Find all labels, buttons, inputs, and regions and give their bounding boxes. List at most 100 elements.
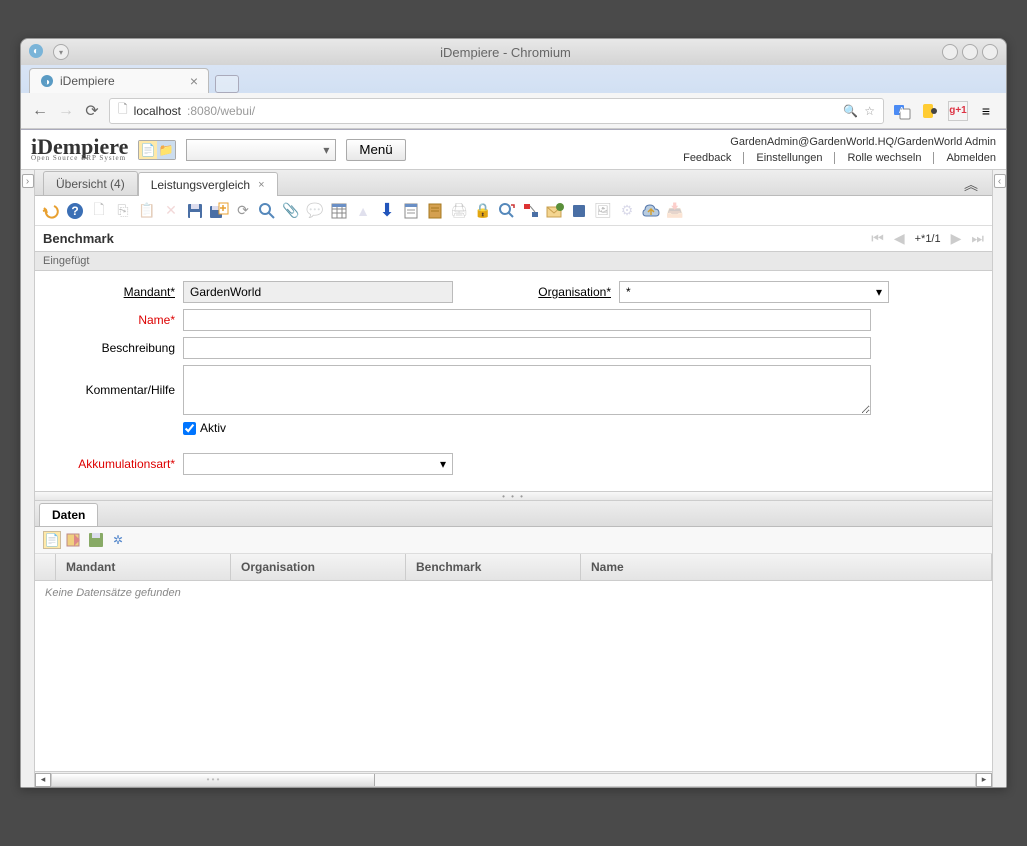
- new-tab-button[interactable]: [215, 75, 239, 93]
- workflow-icon[interactable]: [521, 201, 541, 221]
- splitter-handle[interactable]: • • •: [35, 491, 992, 501]
- image-icon[interactable]: 🖼: [593, 201, 613, 221]
- edit-icon[interactable]: 📋: [137, 201, 157, 221]
- reload-button[interactable]: ⟳: [83, 102, 101, 120]
- minimize-button[interactable]: [942, 44, 958, 60]
- checkbox-aktiv[interactable]: [183, 422, 196, 435]
- window-frame: ◐ ▾ iDempiere - Chromium ◑ iDempiere × ←…: [20, 38, 1007, 788]
- refresh-icon[interactable]: ⟳: [233, 201, 253, 221]
- import-csv-icon[interactable]: 📥: [665, 201, 685, 221]
- open-folder-icon[interactable]: 📁: [157, 141, 175, 159]
- collapse-up-icon[interactable]: ︽: [958, 175, 984, 195]
- app-logo: iDempiere Open Source ERP System: [31, 138, 128, 161]
- titlebar: ◐ ▾ iDempiere - Chromium: [21, 39, 1006, 65]
- data-tab[interactable]: Daten: [39, 503, 98, 526]
- close-button[interactable]: [982, 44, 998, 60]
- col-organisation[interactable]: Organisation: [231, 554, 406, 580]
- col-mandant[interactable]: Mandant: [56, 554, 231, 580]
- browser-tab-title: iDempiere: [60, 74, 115, 88]
- url-bar[interactable]: 🗋 localhost:8080/webui/ 🔍 ☆: [109, 98, 884, 124]
- menu-down-icon[interactable]: ▾: [53, 44, 69, 60]
- right-panel-toggle[interactable]: ‹: [992, 170, 1006, 787]
- svg-text:A: A: [899, 106, 905, 115]
- chrome-menu-icon[interactable]: ≡: [976, 101, 996, 121]
- favicon-icon: ◑: [40, 74, 54, 88]
- browser-tab[interactable]: ◑ iDempiere ×: [29, 68, 209, 93]
- save-new-icon[interactable]: [209, 201, 229, 221]
- back-button[interactable]: ←: [31, 102, 49, 120]
- print-icon[interactable]: 🖨: [449, 201, 469, 221]
- detail-down-icon[interactable]: ⬇: [377, 201, 397, 221]
- bookmark-star-icon[interactable]: ☆: [864, 104, 875, 118]
- tab-close-icon[interactable]: ×: [190, 73, 198, 89]
- new-doc-icon[interactable]: 📄: [139, 141, 157, 159]
- lock-icon[interactable]: 🔒: [473, 201, 493, 221]
- link-logout[interactable]: Abmelden: [934, 152, 996, 164]
- product-info-icon[interactable]: [569, 201, 589, 221]
- user-context: GardenAdmin@GardenWorld.HQ/GardenWorld A…: [671, 136, 996, 148]
- save-record-icon[interactable]: [87, 531, 105, 549]
- col-benchmark[interactable]: Benchmark: [406, 554, 581, 580]
- new-record-icon[interactable]: 📄: [43, 531, 61, 549]
- copy-icon[interactable]: ⎘: [113, 201, 133, 221]
- save-icon[interactable]: [185, 201, 205, 221]
- grid-icon[interactable]: [329, 201, 349, 221]
- gplus-icon[interactable]: g+1: [948, 101, 968, 121]
- link-switch-role[interactable]: Rolle wechseln: [835, 152, 934, 164]
- header-search-combo[interactable]: ▾: [186, 139, 336, 161]
- edit-record-icon[interactable]: [65, 531, 83, 549]
- maximize-button[interactable]: [962, 44, 978, 60]
- first-record-icon[interactable]: ⏮: [871, 230, 884, 247]
- svg-text:?: ?: [71, 204, 78, 218]
- tab-close-icon[interactable]: ×: [258, 179, 264, 191]
- forward-button[interactable]: →: [57, 102, 75, 120]
- scroll-left-icon[interactable]: ◂: [35, 773, 51, 787]
- link-feedback[interactable]: Feedback: [671, 152, 744, 164]
- app-header: iDempiere Open Source ERP System 📄 📁 ▾ M…: [21, 130, 1006, 170]
- new-icon[interactable]: 🗋: [89, 201, 109, 221]
- form-title: Benchmark: [43, 231, 114, 246]
- tab-overview[interactable]: Übersicht (4): [43, 171, 138, 195]
- row-selector-col: [35, 554, 56, 580]
- request-icon[interactable]: [545, 201, 565, 221]
- page-icon: 🗋: [118, 100, 128, 121]
- field-kommentar[interactable]: [183, 365, 871, 415]
- table-header: Mandant Organisation Benchmark Name: [35, 554, 992, 581]
- zoom-across-icon[interactable]: [497, 201, 517, 221]
- parent-up-icon[interactable]: ▲: [353, 201, 373, 221]
- header-new-icons[interactable]: 📄 📁: [138, 140, 176, 160]
- field-beschreibung[interactable]: [183, 337, 871, 359]
- undo-icon[interactable]: [41, 201, 61, 221]
- tab-leistungsvergleich[interactable]: Leistungsvergleich×: [138, 172, 278, 196]
- horizontal-scrollbar[interactable]: ◂ • • • ▸: [35, 771, 992, 787]
- translate-icon[interactable]: A: [892, 101, 912, 121]
- archive-icon[interactable]: [425, 201, 445, 221]
- chat-icon[interactable]: 💬: [305, 201, 325, 221]
- window-title: iDempiere - Chromium: [69, 45, 942, 60]
- field-akkumulation[interactable]: ▾: [183, 453, 453, 475]
- form-panel: Mandant* GardenWorld Organisation* *▾ Na…: [35, 271, 992, 491]
- link-settings[interactable]: Einstellungen: [744, 152, 835, 164]
- field-mandant: GardenWorld: [183, 281, 453, 303]
- scroll-right-icon[interactable]: ▸: [976, 773, 992, 787]
- next-record-icon[interactable]: ▶: [951, 230, 962, 247]
- menu-button[interactable]: Menü: [346, 139, 405, 161]
- prev-record-icon[interactable]: ◀: [894, 230, 905, 247]
- customize-gear-icon[interactable]: ✲: [109, 531, 127, 549]
- col-name[interactable]: Name: [581, 554, 992, 580]
- delete-icon[interactable]: ✕: [161, 201, 181, 221]
- label-name: Name*: [45, 309, 175, 327]
- report-icon[interactable]: [401, 201, 421, 221]
- export-icon[interactable]: [641, 201, 661, 221]
- zoom-icon[interactable]: 🔍: [843, 104, 858, 118]
- search-icon[interactable]: [257, 201, 277, 221]
- process-gear-icon[interactable]: ⚙: [617, 201, 637, 221]
- last-record-icon[interactable]: ⏭: [971, 230, 984, 247]
- left-panel-toggle[interactable]: ›: [21, 170, 35, 787]
- field-organisation[interactable]: *▾: [619, 281, 889, 303]
- label-beschreibung: Beschreibung: [45, 337, 175, 355]
- attach-icon[interactable]: 📎: [281, 201, 301, 221]
- field-name[interactable]: [183, 309, 871, 331]
- extension-icon[interactable]: [920, 101, 940, 121]
- help-icon[interactable]: ?: [65, 201, 85, 221]
